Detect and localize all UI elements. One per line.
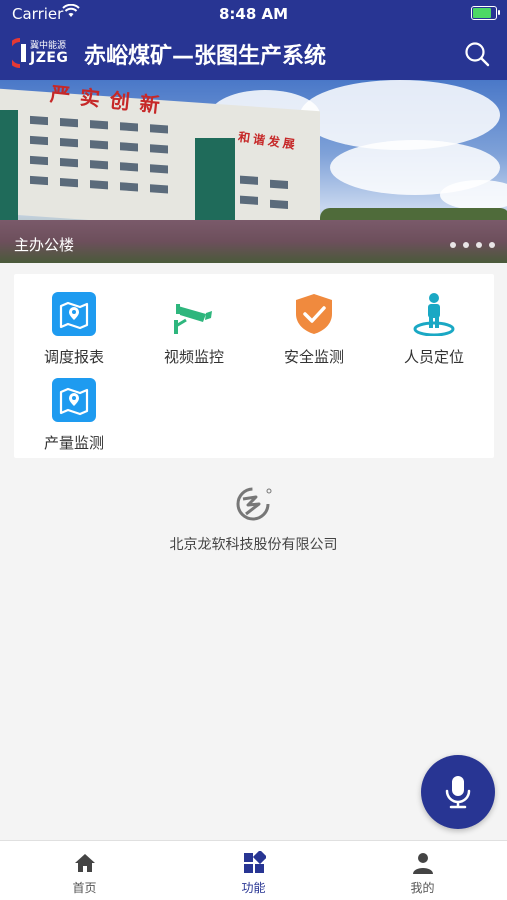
- carousel-indicator[interactable]: [450, 242, 495, 248]
- logo-mark-icon: [12, 38, 26, 68]
- clock: 8:48 AM: [218, 5, 289, 23]
- home-icon: [75, 854, 95, 872]
- company-logo: 冀中能源 JZEG: [12, 36, 70, 70]
- status-bar: Carrier 8:48 AM: [0, 0, 507, 28]
- grid-icon: [244, 851, 266, 873]
- tab-label: 我的: [410, 881, 435, 895]
- company-name: 北京龙软科技股份有限公司: [169, 537, 338, 553]
- tab-home[interactable]: 首页: [0, 841, 169, 900]
- function-label: 产量监测: [43, 434, 104, 452]
- function-personnel-location[interactable]: 人员定位: [374, 278, 494, 366]
- carousel-dot[interactable]: [489, 242, 495, 248]
- company-footer: 北京龙软科技股份有限公司: [0, 484, 507, 554]
- voice-input-button[interactable]: [421, 755, 495, 829]
- banner-caption: 主办公楼: [14, 236, 75, 254]
- logo-en-text: JZEG: [30, 50, 69, 66]
- carousel-dot[interactable]: [463, 242, 469, 248]
- map-pin-icon: [52, 292, 96, 336]
- function-safety-monitor[interactable]: 安全监测: [254, 278, 374, 366]
- function-dispatch-report[interactable]: 调度报表: [14, 278, 134, 366]
- page-title: 赤峪煤矿—张图生产系统: [84, 44, 327, 69]
- app-header: Carrier 8:48 AM 冀中能源 JZEG 赤峪煤矿—张图生产系统: [0, 0, 507, 80]
- function-label: 视频监控: [163, 348, 224, 366]
- carousel-dot[interactable]: [450, 242, 456, 248]
- function-production-monitor[interactable]: 产量监测: [14, 364, 134, 452]
- battery-icon: [471, 6, 500, 20]
- company-logo-icon: [236, 487, 271, 521]
- person-location-icon: [413, 293, 455, 336]
- microphone-icon: [445, 776, 471, 809]
- bottom-tab-bar: 首页 功能 我的: [0, 840, 507, 900]
- tab-label: 首页: [72, 881, 97, 895]
- map-pin-icon: [52, 378, 96, 422]
- nav-bar: 冀中能源 JZEG 赤峪煤矿—张图生产系统: [0, 30, 507, 76]
- banner-carousel[interactable]: 严实创新 和谐发展 主办公楼: [0, 80, 507, 263]
- user-icon: [413, 853, 433, 874]
- tab-functions[interactable]: 功能: [169, 841, 338, 900]
- function-grid: 调度报表 视频监控 安全监测 人员定位 产量监测: [14, 274, 494, 458]
- function-label: 人员定位: [403, 348, 464, 366]
- tab-label: 功能: [241, 881, 266, 895]
- function-label: 安全监测: [283, 348, 344, 366]
- shield-check-icon: [296, 294, 332, 334]
- function-video-monitor[interactable]: 视频监控: [134, 278, 254, 366]
- search-icon[interactable]: [463, 40, 491, 68]
- camera-icon: [174, 304, 212, 334]
- tab-profile[interactable]: 我的: [338, 841, 507, 900]
- carousel-dot[interactable]: [476, 242, 482, 248]
